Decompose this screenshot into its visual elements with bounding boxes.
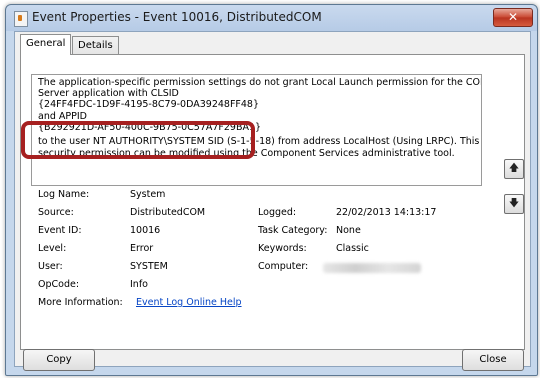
event-properties-icon	[14, 11, 28, 27]
logged-value: 22/02/2013 14:13:17	[336, 207, 437, 218]
copy-button[interactable]: Copy	[23, 349, 95, 371]
window-close-button[interactable]: ✕	[493, 8, 533, 27]
user-value: SYSTEM	[130, 261, 168, 272]
task-category-value: None	[336, 225, 361, 236]
source-value[interactable]: DistributedCOM	[130, 207, 205, 218]
close-button[interactable]: Close	[462, 349, 524, 371]
logged-label: Logged:	[258, 207, 297, 218]
title-bar[interactable]: Event Properties - Event 10016, Distribu…	[6, 5, 537, 31]
log-name-label: Log Name:	[38, 189, 90, 200]
opcode-value: Info	[130, 279, 148, 290]
source-label: Source:	[38, 207, 74, 218]
scroll-up-button[interactable]: 🡅	[504, 159, 524, 179]
event-log-online-help-link[interactable]: Event Log Online Help	[136, 297, 242, 308]
more-information-label: More Information:	[38, 297, 123, 308]
keywords-value: Classic	[336, 243, 369, 254]
appid-highlight-annotation	[21, 121, 255, 159]
keywords-label: Keywords:	[258, 243, 307, 254]
user-label: User:	[38, 261, 63, 272]
computer-label: Computer:	[258, 261, 309, 272]
tab-general[interactable]: General	[20, 34, 72, 55]
level-label: Level:	[38, 243, 67, 254]
general-panel: The application-specific permission sett…	[20, 54, 525, 350]
event-id-label: Event ID:	[38, 225, 82, 236]
description-line: Server application with CLSID	[38, 88, 179, 99]
computer-value-redacted	[323, 263, 421, 273]
description-line: {24FF4FDC-1D9F-4195-8C79-0DA39248FF48}	[38, 99, 260, 110]
event-properties-window: Event Properties - Event 10016, Distribu…	[5, 4, 538, 376]
scroll-down-button[interactable]: 🡇	[504, 194, 524, 214]
event-id-value: 10016	[130, 225, 161, 236]
level-value: Error	[130, 243, 154, 254]
tab-details[interactable]: Details	[72, 36, 119, 55]
log-name-value: System	[130, 189, 166, 200]
dialog-client-area: General Details The application-specific…	[14, 31, 531, 371]
opcode-label: OpCode:	[38, 279, 80, 290]
task-category-label: Task Category:	[258, 225, 328, 236]
description-line: The application-specific permission sett…	[38, 77, 482, 88]
window-title: Event Properties - Event 10016, Distribu…	[32, 10, 322, 24]
